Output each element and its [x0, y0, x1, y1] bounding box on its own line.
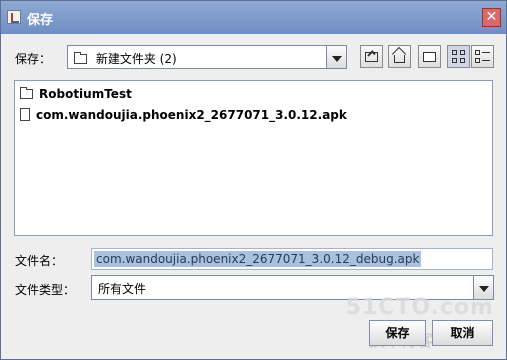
- folder-icon: [20, 87, 33, 99]
- save-in-selected: 新建文件夹 (2): [95, 52, 177, 66]
- file-name-label: 文件名：: [15, 254, 64, 268]
- list-item-file[interactable]: com.wandoujia.phoenix2_2677071_3.0.12.ap…: [20, 108, 347, 122]
- file-list[interactable]: RobotiumTest com.wandoujia.phoenix2_2677…: [14, 80, 493, 236]
- chevron-down-icon[interactable]: [473, 276, 493, 299]
- list-view-icon: [452, 50, 457, 55]
- file-icon: [20, 108, 30, 121]
- details-view-icon: [475, 50, 480, 55]
- file-name-value: com.wandoujia.phoenix2_2677071_3.0.12_de…: [94, 251, 422, 267]
- close-button[interactable]: ✕: [482, 8, 501, 27]
- cancel-button[interactable]: 取消: [432, 320, 493, 346]
- save-dialog: 保存 ✕ 保存： 新建文件夹 (2) RobotiumTest com.wand…: [0, 0, 507, 360]
- home-button[interactable]: [388, 45, 411, 68]
- save-in-dropdown[interactable]: 新建文件夹 (2): [67, 45, 347, 69]
- list-item-name: com.wandoujia.phoenix2_2677071_3.0.12.ap…: [36, 108, 347, 122]
- file-name-input[interactable]: com.wandoujia.phoenix2_2677071_3.0.12_de…: [91, 248, 493, 270]
- save-button[interactable]: 保存: [369, 320, 426, 346]
- folder-icon: [74, 52, 87, 64]
- file-type-dropdown[interactable]: 所有文件: [91, 275, 494, 300]
- list-item-folder[interactable]: RobotiumTest: [20, 87, 132, 101]
- save-in-value: 新建文件夹 (2): [74, 50, 177, 67]
- java-app-icon: [7, 10, 21, 24]
- title-bar[interactable]: 保存 ✕: [1, 1, 506, 34]
- chevron-down-icon[interactable]: [326, 46, 346, 68]
- up-one-level-button[interactable]: [360, 45, 383, 68]
- list-item-name: RobotiumTest: [39, 87, 132, 101]
- list-view-button[interactable]: [447, 45, 470, 68]
- new-folder-icon: [423, 52, 436, 62]
- file-type-label: 文件类型：: [15, 283, 76, 297]
- file-type-selected: 所有文件: [98, 282, 147, 296]
- details-view-button[interactable]: [471, 45, 494, 68]
- new-folder-button[interactable]: [418, 45, 441, 68]
- save-in-label: 保存：: [15, 52, 52, 66]
- dialog-title: 保存: [27, 13, 54, 28]
